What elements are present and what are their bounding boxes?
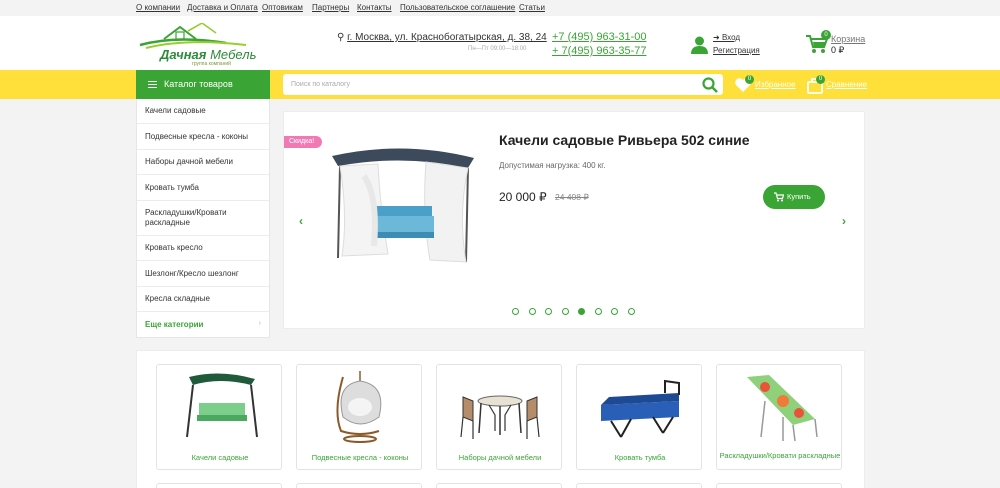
chevron-right-icon: ›: [258, 320, 261, 328]
slider-dot[interactable]: [561, 308, 569, 315]
phone-link-2[interactable]: + 7(495) 963-35-77: [552, 45, 646, 57]
promo-slider: Скидка! Качели садовые Ривьера 502 синие…: [283, 111, 865, 329]
menu-item-folding-beds[interactable]: Раскладушки/Кровати раскладные: [137, 201, 269, 236]
search-icon[interactable]: [702, 77, 718, 93]
product-load-capacity: Допустимая нагрузка: 400 кг.: [499, 161, 606, 170]
product-image[interactable]: [328, 136, 478, 266]
slider-dot[interactable]: [528, 308, 536, 315]
register-link[interactable]: Регистрация: [713, 46, 760, 55]
slider-dot[interactable]: [627, 308, 635, 315]
favorites-count-badge: 0: [745, 75, 754, 84]
category-grid: Качели садовые Подвесные кресла - коконы…: [136, 350, 865, 488]
category-label: Качели садовые: [191, 453, 249, 462]
category-card-partial[interactable]: [576, 483, 702, 488]
cart-total: 0 ₽: [831, 45, 845, 55]
menu-item-more-categories[interactable]: Еще категории ›: [137, 312, 269, 337]
category-card-partial[interactable]: [436, 483, 562, 488]
compare-link[interactable]: Сравнение: [826, 80, 867, 89]
slider-dot[interactable]: [545, 308, 552, 315]
menu-item-swings[interactable]: Качели садовые: [137, 99, 269, 124]
nav-link-partners[interactable]: Партнеры: [312, 3, 349, 12]
menu-item-bed-chair[interactable]: Кровать кресло: [137, 236, 269, 261]
logo[interactable]: Дачная Мебель группа компаний: [136, 23, 256, 67]
category-card-swings[interactable]: Качели садовые: [156, 364, 282, 470]
cart-count-badge: 0: [821, 30, 831, 40]
slider-dot[interactable]: [611, 308, 618, 315]
nav-link-articles[interactable]: Статьи: [519, 3, 545, 12]
category-image: [186, 373, 258, 438]
product-old-price: 24 408 ₽: [555, 192, 589, 202]
category-card-furniture-sets[interactable]: Наборы дачной мебели: [436, 364, 562, 470]
category-image: [747, 375, 818, 442]
nav-link-agreement[interactable]: Пользовательское соглашение: [400, 3, 515, 12]
menu-item-folding-chairs[interactable]: Кресла складные: [137, 287, 269, 312]
category-label: Раскладушки/Кровати раскладные: [719, 451, 841, 460]
location-pin-icon: ⚲: [337, 32, 345, 43]
menu-item-furniture-sets[interactable]: Наборы дачной мебели: [137, 150, 269, 175]
phone-link-1[interactable]: +7 (495) 963-31-00: [552, 31, 646, 43]
buy-button[interactable]: Купить: [763, 185, 825, 209]
user-icon: [691, 36, 708, 54]
category-label: Кровать тумба: [614, 453, 666, 462]
favorites-link[interactable]: Избранное: [755, 80, 796, 89]
category-card-partial[interactable]: [296, 483, 422, 488]
chevron-left-icon[interactable]: ‹: [299, 214, 303, 228]
category-card-folding-beds[interactable]: Раскладушки/Кровати раскладные: [716, 364, 842, 470]
cart-icon: [774, 192, 784, 202]
logo-tagline: группа компаний: [192, 61, 231, 67]
category-image: [460, 395, 540, 439]
login-icon: ➜: [713, 33, 722, 42]
cart-link[interactable]: Корзина: [831, 34, 865, 44]
compare-count-badge: 0: [816, 75, 825, 84]
nav-link-wholesale[interactable]: Оптовикам: [262, 3, 303, 12]
category-card-partial[interactable]: [156, 483, 282, 488]
catalog-button-label: Каталог товаров: [164, 79, 233, 89]
category-image: [601, 379, 680, 438]
chevron-right-icon[interactable]: ›: [842, 214, 846, 228]
top-navigation: О компании Доставка и Оплата Оптовикам П…: [0, 0, 1000, 16]
category-label: Подвесные кресла - коконы: [311, 453, 409, 462]
nav-link-about[interactable]: О компании: [136, 3, 180, 12]
nav-link-delivery[interactable]: Доставка и Оплата: [187, 3, 258, 12]
sale-badge: Скидка!: [284, 136, 322, 148]
logo-name-light: Мебель: [206, 47, 257, 62]
menu-item-bed-cabinet[interactable]: Кровать тумба: [137, 175, 269, 201]
category-label: Наборы дачной мебели: [458, 453, 542, 462]
logo-name-bold: Дачная: [160, 47, 207, 62]
store-address[interactable]: ⚲ г. Москва, ул. Краснобогатырская, д. 3…: [337, 32, 547, 43]
product-price: 20 000 ₽: [499, 190, 547, 204]
category-card-hanging-chairs[interactable]: Подвесные кресла - коконы: [296, 364, 422, 470]
working-hours: Пн—Пт 09:00—18:00: [468, 46, 527, 52]
slider-dot[interactable]: [594, 308, 602, 315]
header: Дачная Мебель группа компаний ⚲ г. Москв…: [0, 16, 1000, 70]
menu-icon: [148, 81, 157, 88]
slider-dot[interactable]: [512, 308, 519, 315]
search-box: [283, 74, 723, 95]
category-card-bed-cabinet[interactable]: Кровать тумба: [576, 364, 702, 470]
product-title[interactable]: Качели садовые Ривьера 502 синие: [499, 132, 750, 148]
slider-dot[interactable]: [578, 308, 585, 315]
search-input[interactable]: [283, 74, 693, 95]
menu-item-loungers[interactable]: Шезлонг/Кресло шезлонг: [137, 261, 269, 287]
category-card-partial[interactable]: [716, 483, 842, 488]
catalog-button[interactable]: Каталог товаров: [136, 70, 270, 99]
category-image: [336, 371, 382, 443]
nav-link-contacts[interactable]: Контакты: [357, 3, 392, 12]
address-text: г. Москва, ул. Краснобогатырская, д. 38,…: [347, 32, 547, 43]
menu-item-hanging-chairs[interactable]: Подвесные кресла - коконы: [137, 124, 269, 150]
category-menu: Качели садовые Подвесные кресла - коконы…: [136, 99, 270, 338]
login-link[interactable]: ➜ Вход: [713, 33, 740, 42]
